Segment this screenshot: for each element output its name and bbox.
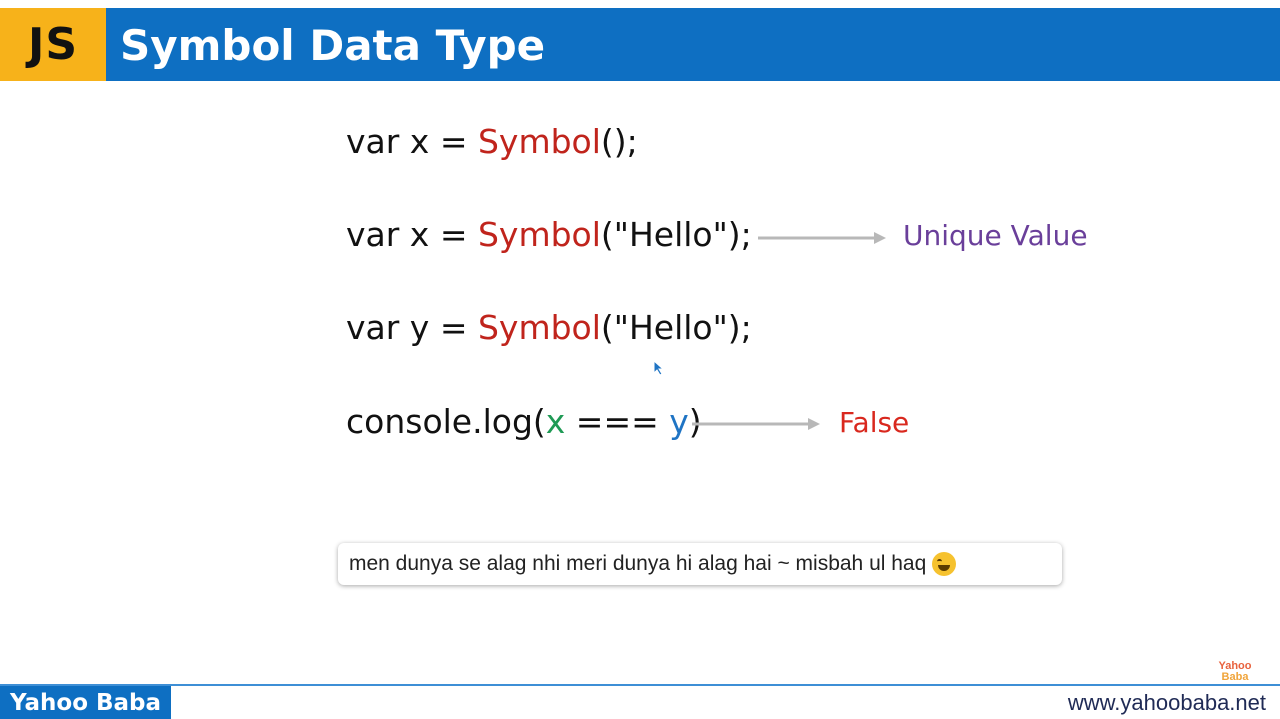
code-text: var y =	[346, 308, 478, 347]
title-bar: JS Symbol Data Type	[0, 8, 1280, 81]
code-text: ("Hello");	[600, 215, 752, 254]
symbol-keyword: Symbol	[477, 122, 601, 161]
code-text: var x =	[346, 122, 478, 161]
yahoobaba-watermark-logo: Yahoo Baba	[1212, 661, 1258, 683]
mouse-cursor-icon	[653, 360, 665, 376]
var-y: y	[669, 402, 689, 441]
unique-value-label: Unique Value	[903, 219, 1088, 252]
symbol-keyword: Symbol	[477, 308, 601, 347]
code-line-2: var x = Symbol("Hello");	[346, 215, 752, 254]
rolling-on-floor-laughing-icon	[932, 552, 957, 576]
var-x: x	[545, 402, 566, 441]
code-text: console.log(	[346, 402, 546, 441]
code-text: var x =	[346, 215, 478, 254]
false-label: False	[839, 406, 910, 439]
live-chat-comment: men dunya se alag nhi meri dunya hi alag…	[338, 543, 1062, 585]
code-text: ();	[600, 122, 638, 161]
arrow-right-icon	[692, 418, 820, 430]
slide-title: Symbol Data Type	[120, 21, 546, 70]
footer-brand: Yahoo Baba	[0, 686, 171, 719]
footer-url: www.yahoobaba.net	[1067, 690, 1266, 715]
comment-text: men dunya se alag nhi meri dunya hi alag…	[349, 552, 927, 575]
code-line-3: var y = Symbol("Hello");	[346, 308, 752, 347]
arrow-right-icon	[758, 232, 886, 244]
footer-divider	[0, 684, 1280, 686]
code-text: ("Hello");	[600, 308, 752, 347]
code-text: ===	[565, 402, 670, 441]
symbol-keyword: Symbol	[477, 215, 601, 254]
code-line-1: var x = Symbol();	[346, 122, 638, 161]
logo-line-2: Baba	[1221, 671, 1249, 683]
code-line-4: console.log(x === y)	[346, 402, 702, 441]
js-badge: JS	[0, 8, 106, 81]
